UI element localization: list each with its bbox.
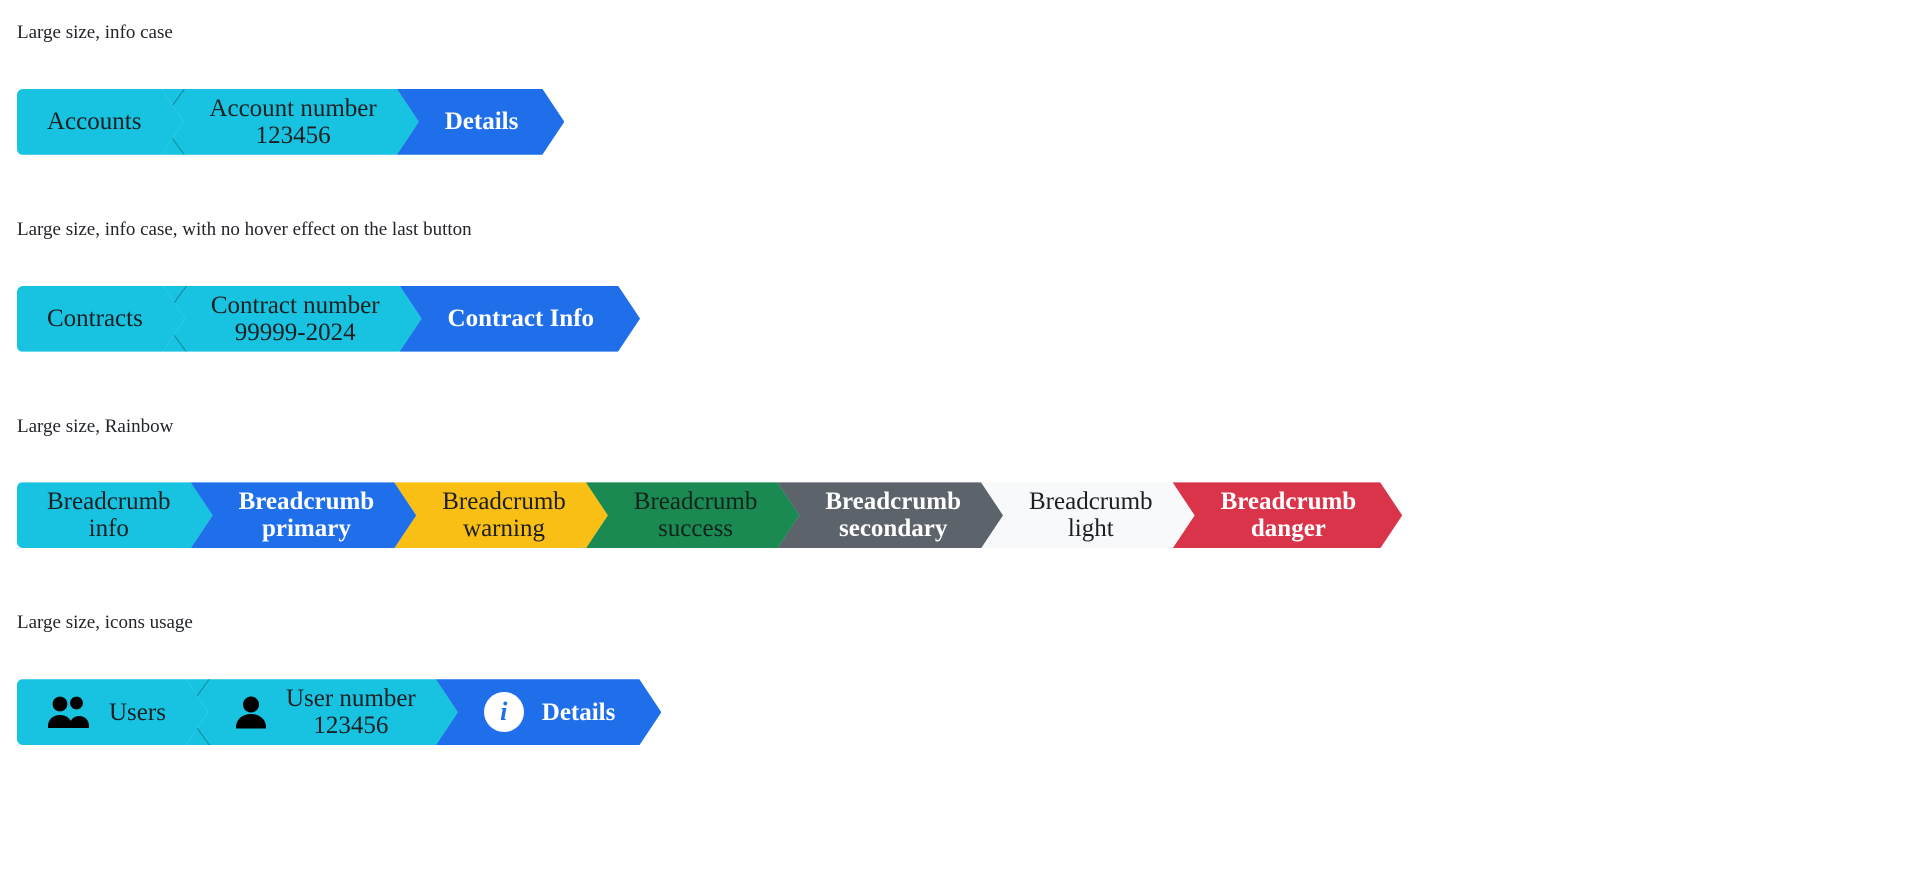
section-title: Large size, Rainbow	[17, 415, 174, 437]
breadcrumb-item[interactable]: Accounts	[17, 89, 183, 155]
breadcrumb-item-label-line: Breadcrumb	[633, 488, 758, 516]
breadcrumb-item-content: i Details	[484, 692, 616, 732]
breadcrumb-section: Large size, info case, with no hover eff…	[17, 219, 1920, 416]
breadcrumb-item-content: Breadcrumb light	[1029, 488, 1153, 542]
breadcrumb-item-content: Breadcrumb success	[634, 488, 758, 542]
breadcrumb-item-label: Breadcrumb danger	[1221, 488, 1357, 542]
breadcrumb-section: Large size, info case Accounts Account num…	[17, 22, 1920, 219]
breadcrumb-item-label-line: info	[88, 515, 129, 543]
breadcrumb-item-label: Breadcrumb secondary	[825, 488, 961, 542]
breadcrumb-item-label: Contract number 99999-2024	[211, 292, 380, 346]
breadcrumb-item-label: Accounts	[47, 108, 141, 135]
breadcrumb-item-content: Users	[47, 695, 166, 729]
breadcrumb-item-label-line: Breadcrumb	[47, 488, 171, 516]
breadcrumb-item[interactable]: User number 123456	[186, 679, 458, 745]
breadcrumb-item-content: Breadcrumb primary	[239, 488, 375, 542]
breadcrumb-item-content: Accounts	[47, 108, 141, 135]
users-icon	[47, 695, 91, 729]
breadcrumb-item-label: Details	[445, 108, 519, 135]
breadcrumb-item-label: User number 123456	[286, 685, 416, 739]
breadcrumb-item-content: Contract number 99999-2024	[211, 292, 380, 346]
breadcrumb-item-content: Breadcrumb secondary	[825, 488, 961, 542]
breadcrumb-item-label-line: Details	[444, 108, 519, 136]
breadcrumb-item-label-line: Details	[541, 698, 616, 726]
breadcrumb: Contracts Contract number 99999-2024 Contra…	[17, 286, 640, 352]
breadcrumb: Accounts Account number 123456 Details	[17, 89, 564, 155]
breadcrumb-item-label-line: User number	[285, 685, 416, 713]
breadcrumb-item-content: Details	[445, 108, 519, 135]
breadcrumb-item-content: Contract Info	[448, 305, 595, 332]
breadcrumb-section: Large size, icons usage Users User number 1…	[17, 612, 1920, 809]
section-title: Large size, icons usage	[17, 612, 193, 634]
breadcrumb-item-content: Account number 123456	[209, 95, 376, 149]
breadcrumb-item[interactable]: i Details	[436, 679, 662, 745]
breadcrumb-item-label-line: primary	[261, 515, 351, 543]
breadcrumb-item-label-line: secondary	[839, 515, 948, 543]
breadcrumb-item-label: Contracts	[47, 305, 143, 332]
breadcrumb-item[interactable]: Users	[17, 679, 208, 745]
breadcrumb-item-label-line: light	[1067, 515, 1114, 543]
breadcrumb-item-label-line: 123456	[313, 712, 389, 740]
breadcrumb-item-label-line: Contracts	[47, 305, 143, 333]
sections-container: Large size, info case Accounts Account num…	[17, 22, 1920, 809]
breadcrumb-item-label: Breadcrumb info	[47, 488, 171, 542]
breadcrumb-item[interactable]: Contract Info	[400, 286, 641, 352]
info-glyph: i	[484, 692, 524, 732]
breadcrumb-item-label: Breadcrumb success	[634, 488, 758, 542]
breadcrumb-item[interactable]: Details	[397, 89, 565, 155]
breadcrumb-section: Large size, Rainbow Breadcrumb info Breadcr…	[17, 416, 1920, 613]
breadcrumb-item-label: Details	[542, 699, 616, 726]
breadcrumb-item[interactable]: Breadcrumb secondary	[777, 482, 1003, 548]
breadcrumb-item[interactable]: Contracts	[17, 286, 185, 352]
breadcrumb-item-label: Contract Info	[448, 305, 595, 332]
breadcrumb-item[interactable]: Breadcrumb primary	[191, 482, 417, 548]
breadcrumb-item-content: Breadcrumb warning	[442, 488, 566, 542]
breadcrumb: Users User number 123456 i Details	[17, 679, 661, 745]
breadcrumb-item-label-line: Account number	[209, 94, 377, 122]
breadcrumb-item-content: Contracts	[47, 305, 143, 332]
info-circle-icon: i	[484, 692, 524, 732]
breadcrumb-item[interactable]: Breadcrumb warning	[394, 482, 608, 548]
breadcrumb-item-label-line: Contract Info	[447, 305, 595, 333]
breadcrumb-item-label-line: Breadcrumb	[1029, 488, 1153, 516]
breadcrumb-item[interactable]: Account number 123456	[161, 89, 418, 155]
breadcrumb-item[interactable]: Contract number 99999-2024	[163, 286, 422, 352]
breadcrumb-item[interactable]: Breadcrumb success	[586, 482, 800, 548]
breadcrumb-item-label-line: danger	[1250, 515, 1326, 543]
breadcrumb-item-label: Breadcrumb light	[1029, 488, 1153, 542]
section-title: Large size, info case	[17, 22, 173, 43]
breadcrumb-item-content: Breadcrumb info	[47, 488, 171, 542]
page-root: Large size, info case Accounts Account num…	[0, 0, 1920, 809]
breadcrumb-item-label-line: Users	[109, 698, 166, 726]
user-icon	[234, 695, 268, 729]
breadcrumb-item-label: Breadcrumb primary	[239, 488, 375, 542]
breadcrumb-item-label: Account number 123456	[209, 95, 376, 149]
breadcrumb-item-label-line: Breadcrumb	[825, 488, 961, 516]
breadcrumb-item-content: Breadcrumb danger	[1221, 488, 1357, 542]
breadcrumb-item-label-line: 123456	[255, 121, 331, 149]
breadcrumb-item-label-line: 99999-2024	[234, 318, 356, 346]
breadcrumb-item-label-line: warning	[463, 515, 545, 543]
breadcrumb-item-label-line: success	[658, 515, 734, 543]
breadcrumb-item-label-line: Breadcrumb	[442, 488, 566, 516]
breadcrumb-item[interactable]: Breadcrumb light	[981, 482, 1195, 548]
breadcrumb-item-label-line: Breadcrumb	[1220, 488, 1357, 516]
breadcrumb-item-label-line: Breadcrumb	[238, 488, 375, 516]
breadcrumb: Breadcrumb info Breadcrumb primary Breadcrum…	[17, 482, 1402, 548]
breadcrumb-item-label: Breadcrumb warning	[442, 488, 566, 542]
breadcrumb-item-label-line: Accounts	[47, 108, 142, 136]
breadcrumb-item[interactable]: Breadcrumb info	[17, 482, 213, 548]
breadcrumb-item-label: Users	[109, 699, 166, 726]
breadcrumb-item-label-line: Contract number	[210, 291, 380, 319]
section-title: Large size, info case, with no hover eff…	[17, 218, 472, 240]
breadcrumb-item[interactable]: Breadcrumb danger	[1173, 482, 1403, 548]
breadcrumb-item-content: User number 123456	[234, 685, 416, 739]
